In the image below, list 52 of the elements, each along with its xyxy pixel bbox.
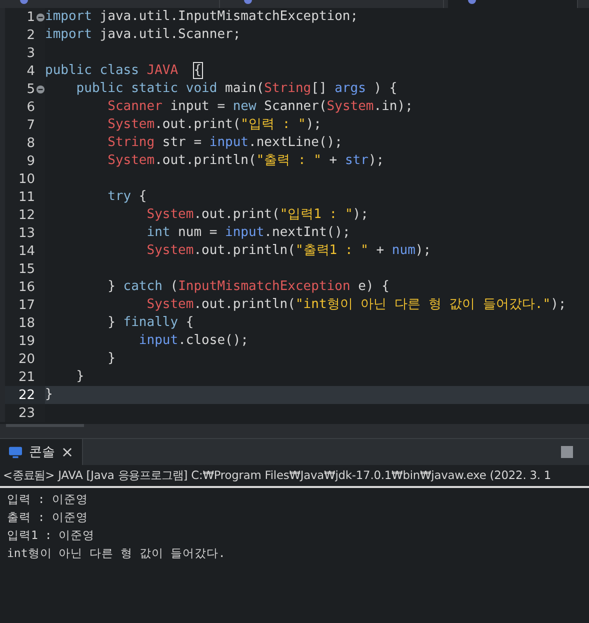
- code-line: int num = input.nextInt();: [146, 224, 350, 242]
- line-number: 15: [18, 262, 35, 276]
- line-number: 19: [18, 334, 35, 348]
- code-line: } catch (InputMismatchException e) {: [106, 278, 390, 296]
- line-number: 17: [18, 298, 35, 312]
- line-number: 14: [18, 244, 35, 258]
- console-tab[interactable]: 콘솔 ×: [0, 439, 83, 465]
- code-line: }: [75, 368, 84, 386]
- line-number: 2: [26, 28, 35, 42]
- line-number: 22: [18, 388, 35, 402]
- line-number: 16: [18, 280, 35, 294]
- line-number: 12: [18, 208, 35, 222]
- console-output-line: 입력1 : 이준영: [7, 527, 96, 544]
- console-output-line: 출력 : 이준영: [7, 509, 89, 526]
- line-number: 13: [18, 226, 35, 240]
- code-line: import java.util.Scanner;: [45, 26, 241, 44]
- code-line: Scanner input = new Scanner(System.in);: [106, 98, 413, 116]
- line-number: 18: [18, 316, 35, 330]
- code-line: System.out.print("입력 : ");: [106, 116, 322, 134]
- code-line: import java.util.InputMismatchException;: [45, 8, 358, 26]
- code-line: }: [106, 350, 116, 368]
- fold-icon[interactable]: [36, 84, 44, 94]
- line-number: 3: [26, 46, 35, 60]
- line-number: 23: [18, 406, 35, 420]
- line-number: 7: [26, 118, 35, 132]
- line-number: 20: [18, 352, 35, 366]
- code-line: String str = input.nextLine();: [106, 134, 342, 152]
- code-line: try {: [106, 188, 147, 206]
- line-number: 10: [18, 172, 35, 186]
- code-line: System.out.println("int형이 아닌 다른 형 값이 들어갔다.");: [146, 296, 566, 314]
- line-number: 4: [26, 64, 35, 78]
- code-line: public static void main(String[] args ) {: [75, 80, 398, 98]
- line-number: 6: [26, 100, 35, 114]
- code-line: System.out.print("입력1 : ");: [146, 206, 368, 224]
- line-number: 11: [18, 190, 35, 204]
- editor-tab[interactable]: [448, 0, 578, 8]
- code-line: System.out.println("출력 : " + str);: [106, 152, 384, 170]
- line-number: 8: [26, 136, 35, 150]
- code-line: System.out.println("출력1 : " + num);: [146, 242, 432, 260]
- console-output-line: 입력 : 이준영: [7, 491, 89, 508]
- code-line: input.close();: [138, 332, 249, 350]
- fold-icon[interactable]: [36, 12, 44, 22]
- close-button[interactable]: ×: [61, 443, 74, 461]
- code-line: } finally {: [106, 314, 194, 332]
- line-number: 1: [26, 10, 35, 24]
- line-number: 9: [26, 154, 35, 168]
- monitor-icon: [8, 446, 23, 458]
- code-line: }: [45, 386, 53, 404]
- console-output-line: int형이 아닌 다른 형 값이 들어갔다.: [7, 545, 226, 562]
- line-number: 5: [26, 82, 35, 96]
- line-number: 21: [18, 370, 35, 384]
- code-line: public class JAVA {: [45, 62, 202, 80]
